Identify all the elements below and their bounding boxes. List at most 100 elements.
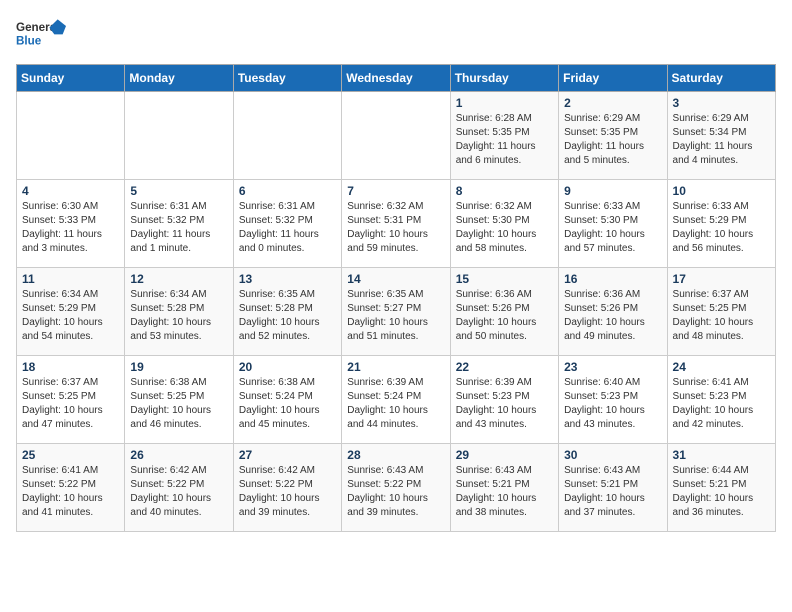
cell-sunset: Sunset: 5:26 PM [456,303,530,314]
cell-daylight: Daylight: 10 hours and 37 minutes. [564,493,645,518]
cell-daylight: Daylight: 10 hours and 40 minutes. [130,493,211,518]
cell-daylight: Daylight: 10 hours and 57 minutes. [564,229,645,254]
cell-sunset: Sunset: 5:25 PM [673,303,747,314]
day-number: 18 [22,360,119,374]
weekday-header-friday: Friday [559,65,667,92]
calendar-cell: 10 Sunrise: 6:33 AM Sunset: 5:29 PM Dayl… [667,180,775,268]
cell-sunset: Sunset: 5:22 PM [239,479,313,490]
cell-sunset: Sunset: 5:22 PM [22,479,96,490]
day-number: 19 [130,360,227,374]
day-number: 12 [130,272,227,286]
cell-daylight: Daylight: 10 hours and 47 minutes. [22,405,103,430]
day-number: 10 [673,184,770,198]
day-number: 28 [347,448,444,462]
cell-sunrise: Sunrise: 6:32 AM [456,201,532,212]
weekday-header-row: SundayMondayTuesdayWednesdayThursdayFrid… [17,65,776,92]
cell-daylight: Daylight: 10 hours and 51 minutes. [347,317,428,342]
calendar-cell: 14 Sunrise: 6:35 AM Sunset: 5:27 PM Dayl… [342,268,450,356]
week-row-2: 4 Sunrise: 6:30 AM Sunset: 5:33 PM Dayli… [17,180,776,268]
cell-sunrise: Sunrise: 6:37 AM [22,377,98,388]
day-number: 25 [22,448,119,462]
calendar-cell: 29 Sunrise: 6:43 AM Sunset: 5:21 PM Dayl… [450,444,558,532]
cell-sunrise: Sunrise: 6:29 AM [564,113,640,124]
day-number: 31 [673,448,770,462]
cell-daylight: Daylight: 11 hours and 3 minutes. [22,229,102,254]
cell-daylight: Daylight: 11 hours and 6 minutes. [456,141,536,166]
cell-sunrise: Sunrise: 6:38 AM [239,377,315,388]
cell-daylight: Daylight: 10 hours and 53 minutes. [130,317,211,342]
cell-sunrise: Sunrise: 6:28 AM [456,113,532,124]
day-number: 11 [22,272,119,286]
day-number: 8 [456,184,553,198]
day-number: 3 [673,96,770,110]
cell-sunset: Sunset: 5:24 PM [239,391,313,402]
weekday-header-tuesday: Tuesday [233,65,341,92]
cell-sunset: Sunset: 5:21 PM [456,479,530,490]
cell-daylight: Daylight: 10 hours and 44 minutes. [347,405,428,430]
cell-sunset: Sunset: 5:28 PM [239,303,313,314]
cell-daylight: Daylight: 10 hours and 49 minutes. [564,317,645,342]
calendar-cell: 8 Sunrise: 6:32 AM Sunset: 5:30 PM Dayli… [450,180,558,268]
day-number: 6 [239,184,336,198]
calendar-cell [17,92,125,180]
logo: General Blue [16,16,66,56]
calendar-cell: 9 Sunrise: 6:33 AM Sunset: 5:30 PM Dayli… [559,180,667,268]
day-number: 9 [564,184,661,198]
cell-sunrise: Sunrise: 6:40 AM [564,377,640,388]
cell-sunset: Sunset: 5:30 PM [564,215,638,226]
cell-daylight: Daylight: 10 hours and 54 minutes. [22,317,103,342]
day-number: 2 [564,96,661,110]
cell-sunset: Sunset: 5:23 PM [456,391,530,402]
cell-sunrise: Sunrise: 6:43 AM [564,465,640,476]
cell-daylight: Daylight: 10 hours and 48 minutes. [673,317,754,342]
day-number: 26 [130,448,227,462]
cell-sunset: Sunset: 5:21 PM [673,479,747,490]
calendar-cell: 25 Sunrise: 6:41 AM Sunset: 5:22 PM Dayl… [17,444,125,532]
weekday-header-wednesday: Wednesday [342,65,450,92]
cell-daylight: Daylight: 10 hours and 36 minutes. [673,493,754,518]
cell-sunrise: Sunrise: 6:34 AM [130,289,206,300]
calendar-cell: 1 Sunrise: 6:28 AM Sunset: 5:35 PM Dayli… [450,92,558,180]
calendar-cell: 12 Sunrise: 6:34 AM Sunset: 5:28 PM Dayl… [125,268,233,356]
cell-daylight: Daylight: 10 hours and 59 minutes. [347,229,428,254]
calendar-cell: 20 Sunrise: 6:38 AM Sunset: 5:24 PM Dayl… [233,356,341,444]
week-row-3: 11 Sunrise: 6:34 AM Sunset: 5:29 PM Dayl… [17,268,776,356]
cell-sunrise: Sunrise: 6:29 AM [673,113,749,124]
cell-sunset: Sunset: 5:26 PM [564,303,638,314]
cell-daylight: Daylight: 10 hours and 46 minutes. [130,405,211,430]
cell-sunset: Sunset: 5:34 PM [673,127,747,138]
cell-daylight: Daylight: 10 hours and 43 minutes. [564,405,645,430]
cell-sunset: Sunset: 5:30 PM [456,215,530,226]
calendar-cell: 26 Sunrise: 6:42 AM Sunset: 5:22 PM Dayl… [125,444,233,532]
day-number: 14 [347,272,444,286]
cell-sunrise: Sunrise: 6:34 AM [22,289,98,300]
cell-sunset: Sunset: 5:22 PM [130,479,204,490]
cell-sunset: Sunset: 5:32 PM [239,215,313,226]
cell-sunrise: Sunrise: 6:31 AM [130,201,206,212]
cell-sunrise: Sunrise: 6:33 AM [564,201,640,212]
calendar-cell: 11 Sunrise: 6:34 AM Sunset: 5:29 PM Dayl… [17,268,125,356]
day-number: 4 [22,184,119,198]
cell-sunrise: Sunrise: 6:42 AM [239,465,315,476]
cell-sunrise: Sunrise: 6:42 AM [130,465,206,476]
calendar-cell: 5 Sunrise: 6:31 AM Sunset: 5:32 PM Dayli… [125,180,233,268]
cell-sunset: Sunset: 5:32 PM [130,215,204,226]
cell-sunset: Sunset: 5:21 PM [564,479,638,490]
cell-daylight: Daylight: 10 hours and 38 minutes. [456,493,537,518]
cell-sunrise: Sunrise: 6:43 AM [347,465,423,476]
cell-sunset: Sunset: 5:25 PM [22,391,96,402]
calendar-cell: 16 Sunrise: 6:36 AM Sunset: 5:26 PM Dayl… [559,268,667,356]
cell-sunrise: Sunrise: 6:39 AM [347,377,423,388]
cell-sunset: Sunset: 5:29 PM [22,303,96,314]
calendar-cell [125,92,233,180]
day-number: 20 [239,360,336,374]
week-row-5: 25 Sunrise: 6:41 AM Sunset: 5:22 PM Dayl… [17,444,776,532]
day-number: 23 [564,360,661,374]
cell-sunrise: Sunrise: 6:33 AM [673,201,749,212]
logo-svg: General Blue [16,16,66,56]
cell-sunrise: Sunrise: 6:39 AM [456,377,532,388]
day-number: 24 [673,360,770,374]
cell-daylight: Daylight: 11 hours and 1 minute. [130,229,210,254]
cell-daylight: Daylight: 10 hours and 41 minutes. [22,493,103,518]
cell-sunrise: Sunrise: 6:35 AM [239,289,315,300]
